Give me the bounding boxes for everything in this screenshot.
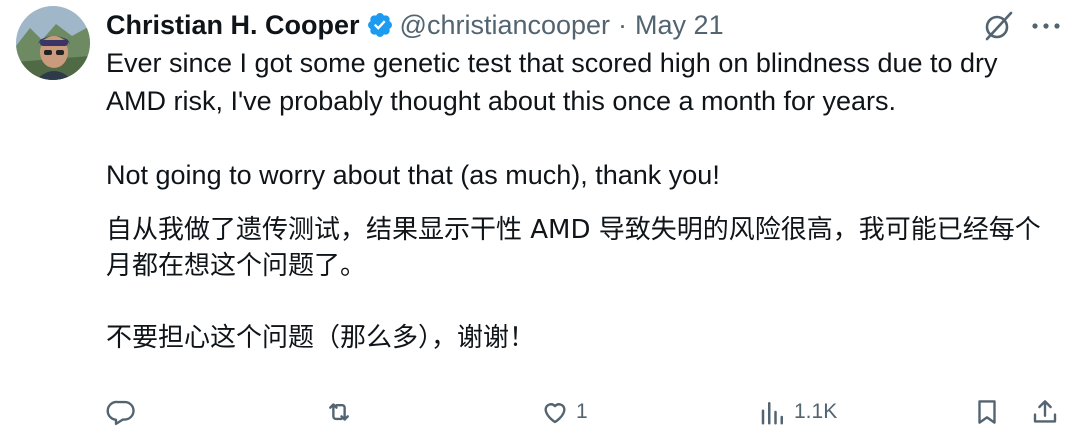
share-icon xyxy=(1033,400,1057,423)
more-icon[interactable] xyxy=(1028,10,1064,42)
separator-dot: · xyxy=(618,9,628,40)
heart-icon xyxy=(544,403,566,424)
reply-icon xyxy=(106,400,135,426)
author-handle[interactable]: @christiancooper xyxy=(400,10,611,41)
views-count: 1.1K xyxy=(794,400,838,423)
tweet-header: Christian H. Cooper @christiancooper · M… xyxy=(106,8,724,42)
bookmark-button[interactable] xyxy=(972,392,1002,432)
author-name[interactable]: Christian H. Cooper xyxy=(106,10,360,41)
retweet-button[interactable] xyxy=(324,392,360,432)
like-count: 1 xyxy=(576,400,588,423)
share-button[interactable] xyxy=(1030,392,1060,432)
reply-button[interactable] xyxy=(106,392,142,432)
avatar[interactable] xyxy=(16,6,90,80)
like-button[interactable]: 1 xyxy=(540,392,588,432)
translation-paragraph-2: 不要担心这个问题（那么多），谢谢！ xyxy=(106,323,536,353)
tweet-paragraph-1: Ever since I got some genetic test that … xyxy=(106,48,998,116)
tweet-paragraph-2: Not going to worry about that (as much),… xyxy=(106,160,720,190)
grok-icon[interactable] xyxy=(980,8,1016,44)
translation-paragraph-1: 自从我做了遗传测试，结果显示干性 AMD 导致失明的风险很高，我可能已经每个月都… xyxy=(106,215,1041,281)
views-button[interactable]: 1.1K xyxy=(758,392,837,432)
retweet-icon xyxy=(329,403,349,421)
action-bar: 1 1.1K xyxy=(0,392,1080,432)
tweet-date[interactable]: May 21 xyxy=(635,10,724,41)
verified-badge-icon xyxy=(367,13,392,37)
bookmark-icon xyxy=(978,400,996,424)
tweet-body: Ever since I got some genetic test that … xyxy=(106,44,1056,356)
views-icon xyxy=(761,402,783,425)
